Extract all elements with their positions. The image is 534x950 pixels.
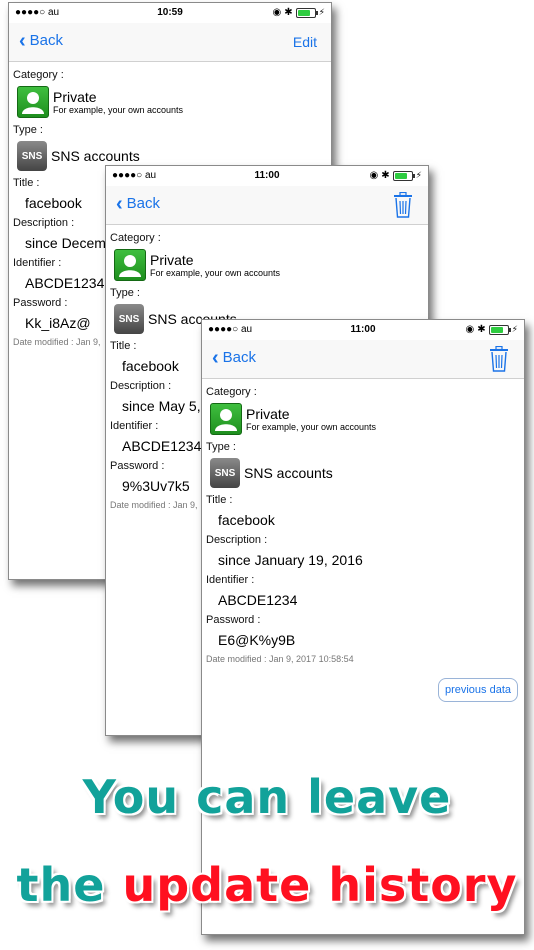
password-label: Password : [206, 614, 261, 626]
category-label: Category : [110, 232, 161, 244]
tagline-line-1: You can leave [82, 770, 452, 824]
chevron-left-icon: ‹ [19, 29, 26, 52]
chevron-left-icon: ‹ [116, 192, 123, 215]
back-button[interactable]: ‹ Back [116, 192, 161, 215]
category-row: Private For example, your own accounts [17, 86, 327, 118]
category-name: Private [150, 252, 194, 268]
trash-icon[interactable] [488, 346, 510, 372]
category-label: Category : [206, 386, 257, 398]
type-name: SNS accounts [51, 148, 140, 164]
battery-icon [295, 7, 318, 18]
back-label: Back [222, 349, 257, 366]
back-label: Back [29, 32, 64, 49]
battery-icon [488, 324, 511, 335]
type-label: Type : [110, 287, 140, 299]
identifier-label: Identifier : [206, 574, 255, 586]
category-name: Private [246, 406, 290, 422]
category-label: Category : [13, 69, 64, 81]
charging-icon: ⚡ [318, 7, 325, 17]
trash-icon[interactable] [392, 192, 414, 218]
previous-data-button[interactable]: previous data [437, 678, 518, 702]
sns-icon: SNS [210, 458, 240, 488]
back-button[interactable]: ‹ Back [19, 29, 64, 52]
alarm-icon: ◉ [369, 170, 379, 181]
detail-content: Category : Private For example, your own… [206, 382, 520, 664]
description-label: Description : [206, 534, 268, 546]
bluetooth-icon: ✱ [477, 324, 486, 335]
title-label: Title : [206, 494, 233, 506]
status-bar: ●●●●○ au 11:00 ◉ ✱ ⚡ [106, 166, 428, 186]
person-icon [210, 403, 242, 435]
status-icons: ◉ ✱ ⚡ [466, 324, 518, 335]
navigation-bar: ‹ Back [202, 340, 524, 379]
edit-button[interactable]: Edit [293, 34, 317, 50]
battery-icon [392, 170, 415, 181]
identifier-value: ABCDE1234 [218, 592, 298, 608]
charging-icon: ⚡ [511, 324, 518, 334]
back-label: Back [126, 195, 161, 212]
bluetooth-icon: ✱ [381, 170, 390, 181]
category-subtitle: For example, your own accounts [53, 105, 184, 115]
alarm-icon: ◉ [272, 7, 282, 18]
type-label: Type : [206, 441, 236, 453]
back-button[interactable]: ‹ Back [212, 346, 257, 369]
navigation-bar: ‹ Back [106, 186, 428, 225]
type-name: SNS accounts [244, 465, 333, 481]
tagline-line-2: the update history [0, 858, 534, 912]
status-icons: ◉ ✱ ⚡ [370, 170, 422, 181]
charging-icon: ⚡ [415, 170, 422, 180]
tagline-update-history: update history [122, 858, 518, 912]
description-value: since January 19, 2016 [218, 552, 363, 568]
sns-icon: SNS [114, 304, 144, 334]
status-bar: ●●●●○ au 10:59 ◉ ✱ ⚡ [9, 3, 331, 23]
password-value: E6@K%y9B [218, 632, 296, 648]
navigation-bar: ‹ Back Edit [9, 23, 331, 62]
sns-icon: SNS [17, 141, 47, 171]
type-row: SNS SNS accounts [210, 458, 520, 488]
person-icon [114, 249, 146, 281]
chevron-left-icon: ‹ [212, 346, 219, 369]
category-row: Private For example, your own accounts [114, 249, 424, 281]
type-label: Type : [13, 124, 43, 136]
screenshot-card-3: ●●●●○ au 11:00 ◉ ✱ ⚡ ‹ Back Category : P… [201, 319, 525, 935]
category-subtitle: For example, your own accounts [150, 268, 281, 278]
category-name: Private [53, 89, 97, 105]
category-row: Private For example, your own accounts [210, 403, 520, 435]
status-bar: ●●●●○ au 11:00 ◉ ✱ ⚡ [202, 320, 524, 340]
status-icons: ◉ ✱ ⚡ [273, 7, 325, 18]
bluetooth-icon: ✱ [284, 7, 293, 18]
tagline-word-the: the [16, 858, 106, 912]
alarm-icon: ◉ [465, 324, 475, 335]
date-modified: Date modified : Jan 9, 2017 10:58:54 [206, 654, 354, 664]
title-value: facebook [218, 512, 275, 528]
person-icon [17, 86, 49, 118]
category-subtitle: For example, your own accounts [246, 422, 377, 432]
